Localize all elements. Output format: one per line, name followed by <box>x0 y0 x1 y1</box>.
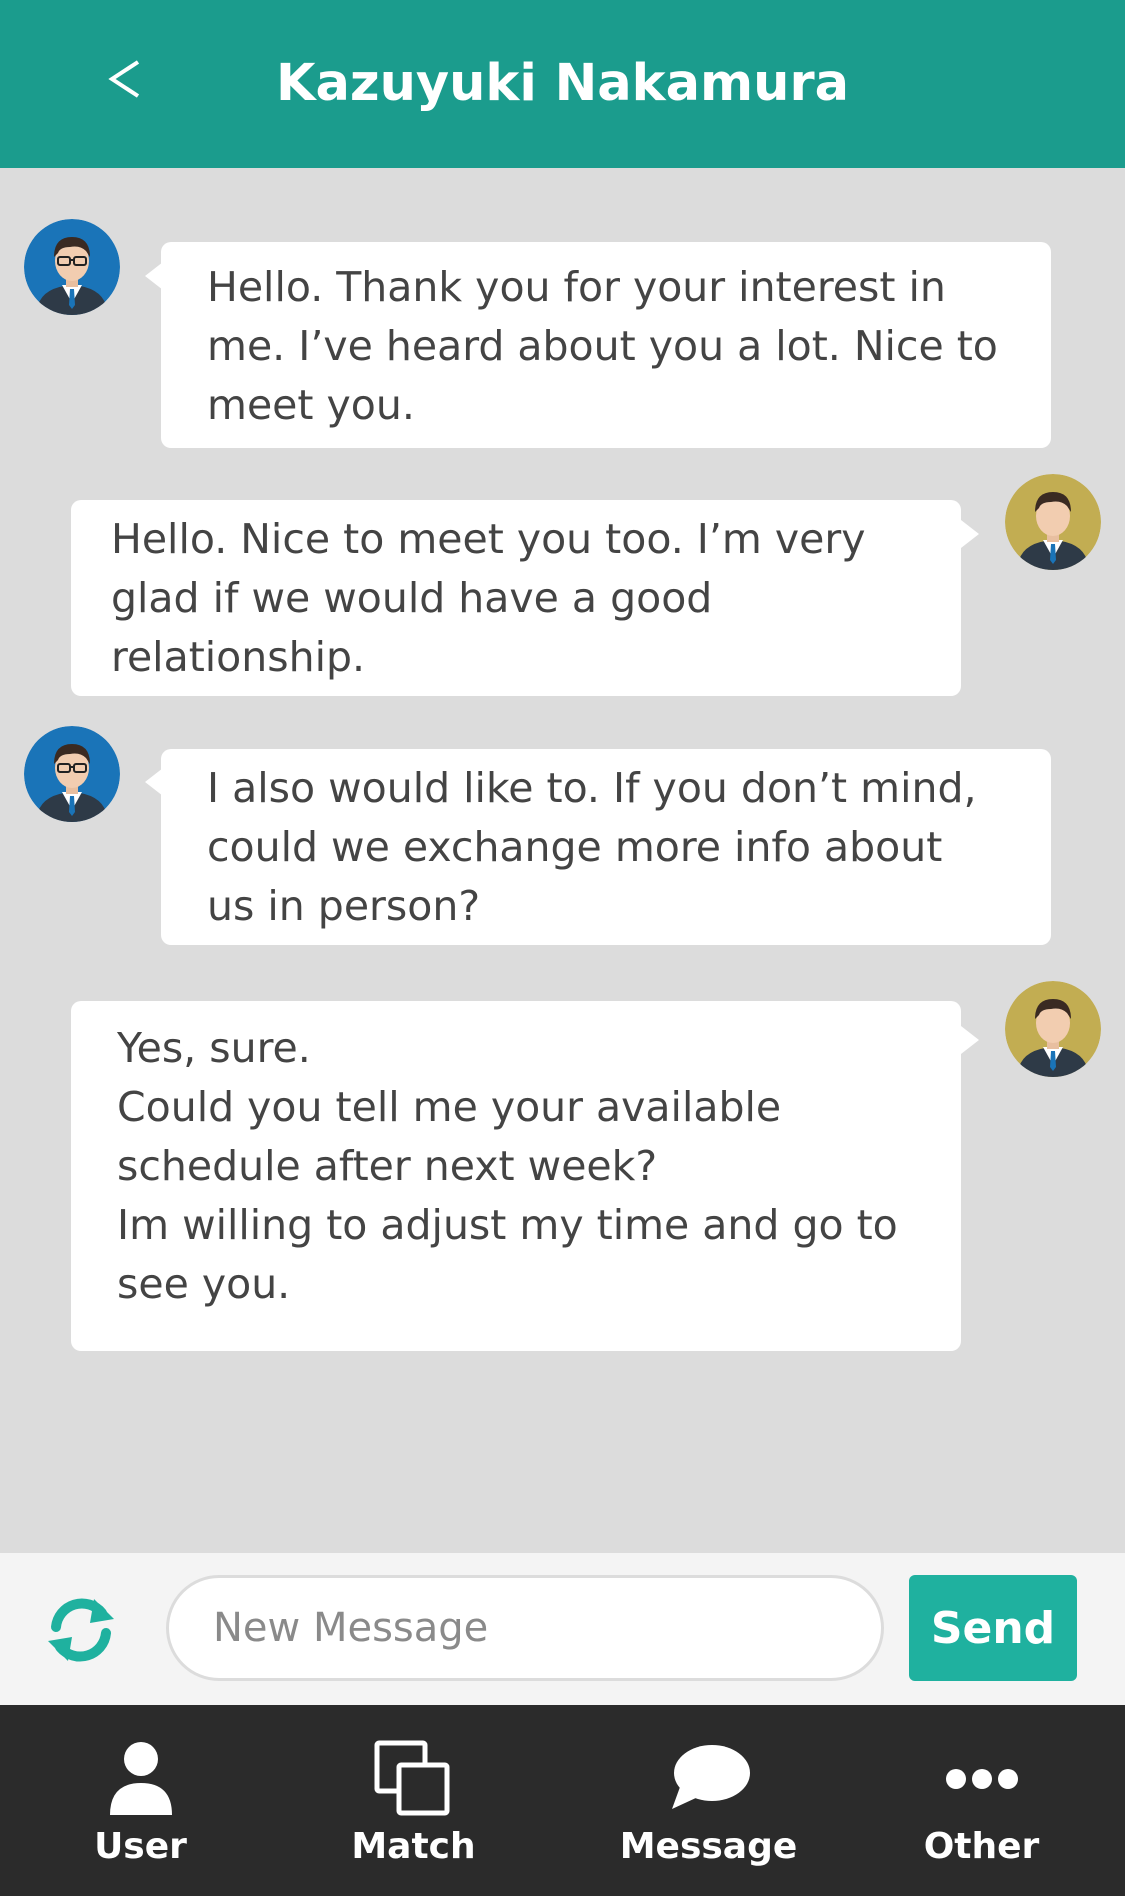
tab-label: Match <box>351 1826 476 1867</box>
send-button[interactable]: Send <box>909 1575 1077 1681</box>
message-bubble-incoming: I also would like to. If you don’t mind,… <box>161 749 1051 945</box>
bubble-tail <box>961 1026 979 1054</box>
man-avatar-icon <box>1005 474 1101 570</box>
tab-label: User <box>94 1826 187 1867</box>
bubble-tail <box>961 520 979 548</box>
man-with-glasses-icon <box>24 726 120 822</box>
bottom-tab-bar: User Match Message Other <box>0 1705 1125 1896</box>
page-title: Kazuyuki Nakamura <box>275 54 850 113</box>
match-icon <box>374 1740 449 1816</box>
message-text: I also would like to. If you don’t mind,… <box>207 764 977 930</box>
refresh-icon <box>48 1598 114 1662</box>
avatar-other <box>24 219 120 315</box>
avatar-me <box>1005 981 1101 1077</box>
app-header: Kazuyuki Nakamura <box>0 0 1125 168</box>
message-bubble-outgoing: Yes, sure. Could you tell me your availa… <box>71 1001 961 1351</box>
avatar-other <box>24 726 120 822</box>
tab-label: Message <box>619 1826 798 1867</box>
message-bubble-incoming: Hello. Thank you for your interest in me… <box>161 242 1051 448</box>
refresh-button[interactable] <box>44 1593 118 1667</box>
more-icon <box>945 1769 1018 1789</box>
message-bubble-outgoing: Hello. Nice to meet you too. I’m very gl… <box>71 500 961 696</box>
message-text: Hello. Thank you for your interest in me… <box>207 263 998 429</box>
new-message-input[interactable] <box>166 1575 884 1681</box>
message-icon <box>671 1745 750 1809</box>
message-list: Hello. Thank you for your interest in me… <box>0 168 1125 1553</box>
message-text: Yes, sure. Could you tell me your availa… <box>117 1024 898 1308</box>
message-text: Hello. Nice to meet you too. I’m very gl… <box>111 515 866 681</box>
message-composer: Send <box>0 1553 1125 1705</box>
man-with-glasses-icon <box>24 219 120 315</box>
avatar-me <box>1005 474 1101 570</box>
man-avatar-icon <box>1005 981 1101 1077</box>
tab-match[interactable]: Match <box>273 1705 554 1896</box>
tab-message[interactable]: Message <box>568 1705 849 1896</box>
tab-label: Other <box>923 1826 1040 1867</box>
tab-user[interactable]: User <box>0 1705 281 1896</box>
user-icon <box>109 1742 172 1815</box>
tab-other[interactable]: Other <box>841 1705 1122 1896</box>
